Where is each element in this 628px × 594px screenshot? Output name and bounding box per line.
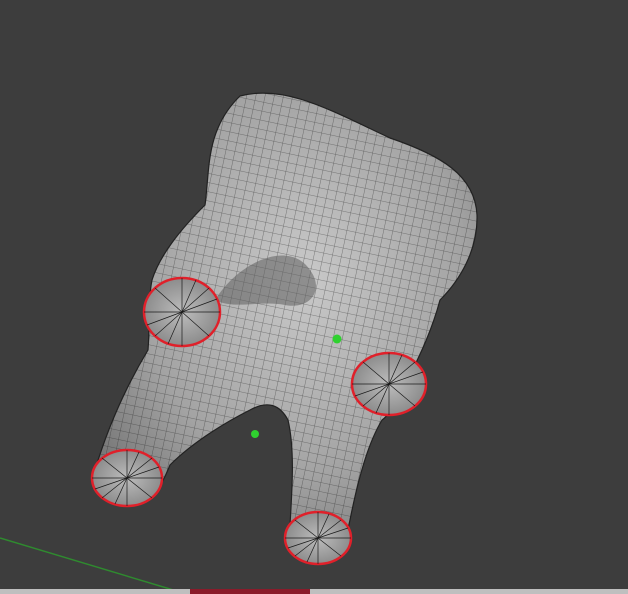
boundary-cap-right[interactable] xyxy=(350,351,428,417)
boundary-cap-upper-left[interactable] xyxy=(142,276,222,348)
boundary-cap-lower-left[interactable] xyxy=(90,448,164,508)
timeline-strip xyxy=(0,589,628,594)
origin-marker[interactable] xyxy=(251,430,259,438)
3d-viewport[interactable] xyxy=(0,0,628,594)
playhead-indicator xyxy=(190,589,310,594)
origin-marker[interactable] xyxy=(332,334,342,344)
boundary-cap-bottom[interactable] xyxy=(283,510,353,566)
